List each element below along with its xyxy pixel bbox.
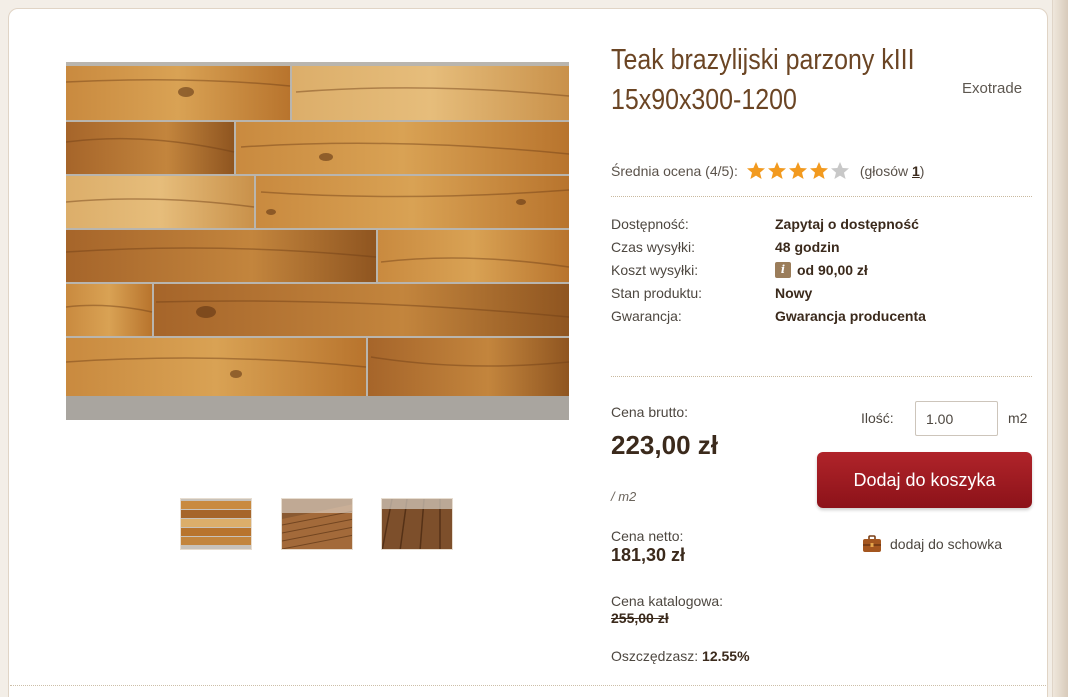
bottom-divider: [10, 685, 1046, 686]
product-main-image[interactable]: [66, 62, 569, 420]
divider: [611, 376, 1032, 377]
divider: [611, 196, 1032, 197]
gross-price: 223,00 zł: [611, 430, 718, 460]
condition-row: Stan produktu: Nowy: [611, 284, 813, 301]
gross-price-label: Cena brutto:: [611, 404, 689, 420]
votes-count-link[interactable]: 1: [912, 163, 920, 179]
rating-label: Średnia ocena (4/5):: [611, 163, 738, 179]
star-icon[interactable]: [788, 161, 808, 181]
star-icon[interactable]: [767, 161, 787, 181]
product-thumbnail[interactable]: [281, 498, 353, 550]
net-price-label: Cena netto:: [611, 528, 684, 544]
product-thumbnail[interactable]: [381, 498, 453, 550]
add-to-wishlist-link[interactable]: dodaj do schowka: [862, 535, 1002, 553]
star-empty-icon[interactable]: [830, 161, 850, 181]
product-info-table: Dostępność: Zapytaj o dostępność Czas wy…: [611, 212, 926, 327]
rating-votes: (głosów 1): [859, 163, 925, 179]
quantity-input[interactable]: [915, 401, 998, 436]
product-brand[interactable]: Exotrade: [962, 80, 1022, 97]
briefcase-icon: [863, 535, 881, 552]
quantity-label: Ilość:: [861, 410, 894, 426]
quantity-unit: m2: [1008, 410, 1028, 426]
rating-stars[interactable]: [746, 161, 850, 181]
product-title: Teak brazylijski parzony kIII 15x90x300-…: [611, 44, 915, 116]
rating-row: Średnia ocena (4/5): (głosów 1): [611, 160, 924, 182]
net-price: 181,30 zł: [611, 545, 686, 565]
info-icon[interactable]: i: [775, 261, 791, 278]
availability-row: Dostępność: Zapytaj o dostępność: [611, 215, 919, 232]
warranty-row: Gwarancja: Gwarancja producenta: [611, 307, 926, 324]
product-thumbnail[interactable]: [180, 498, 252, 550]
page-side-strip: [1052, 0, 1068, 697]
catalog-price-label: Cena katalogowa:: [611, 593, 724, 609]
add-to-cart-button[interactable]: Dodaj do koszyka: [817, 452, 1032, 508]
star-icon[interactable]: [746, 161, 766, 181]
price-unit: / m2: [611, 489, 637, 504]
savings-value: 12.55%: [702, 648, 750, 664]
shipping-time-row: Czas wysyłki: 48 godzin: [611, 238, 840, 255]
star-icon[interactable]: [809, 161, 829, 181]
catalog-price: 255,00 zł: [611, 610, 669, 626]
savings: Oszczędzasz: 12.55%: [611, 648, 750, 664]
shipping-cost-row: Koszt wysyłki: i od 90,00 zł: [611, 261, 868, 278]
